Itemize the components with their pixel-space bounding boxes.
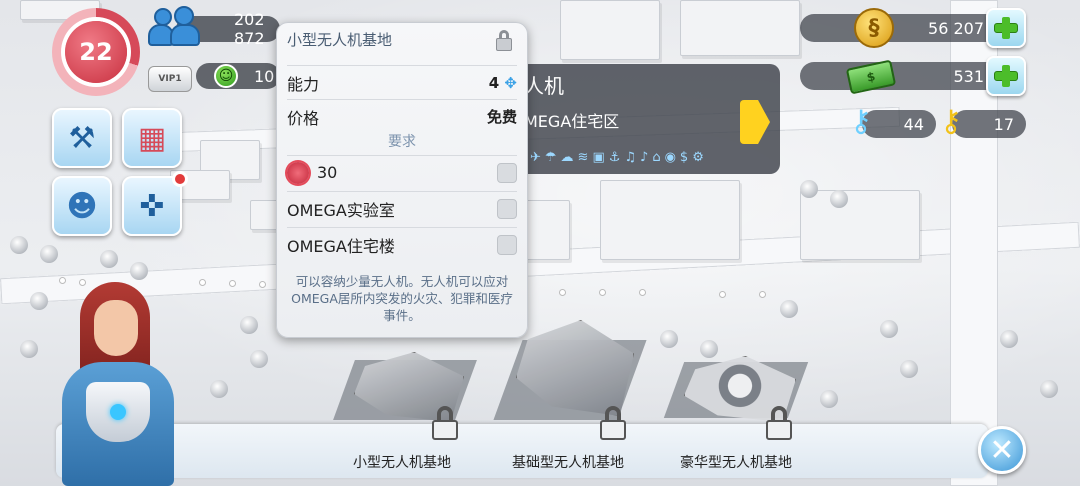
price-label: 价格 (287, 108, 320, 128)
level-indicator[interactable]: 22 (52, 8, 140, 96)
bottom-item-basic-drone-base[interactable]: 基础型无人机基地 (500, 452, 636, 472)
tools-button[interactable]: ⚒ (52, 108, 112, 168)
population-value: 202 872 (234, 10, 265, 48)
bottom-item-luxury-drone-base[interactable]: 豪华型无人机基地 (668, 452, 804, 472)
golden-key-icon: ⚷ (940, 104, 962, 139)
golden-keys-counter[interactable]: 17 (952, 110, 1026, 138)
capacity-row: 能力 4 ✥ (287, 65, 517, 99)
building-details-popup: 小型无人机基地 能力 4 ✥ 价格 免费 要求 30 OMEGA实验室 OMEG… (276, 22, 528, 338)
requirement-label: OMEGA实验室 (287, 200, 395, 220)
add-simoleons-button[interactable] (986, 8, 1026, 48)
requirement-checkbox (497, 234, 517, 255)
tools-icon: ⚒ (68, 120, 96, 156)
next-arrow-icon[interactable] (740, 100, 770, 144)
lock-icon (762, 404, 796, 442)
gamepad-button[interactable]: ✜ (122, 176, 182, 236)
vip-badge[interactable]: VIP1 (148, 66, 192, 92)
simoleons-value: 56 207 (928, 18, 984, 38)
requirements-header: 要求 (388, 134, 416, 150)
lock-icon (428, 404, 462, 442)
price-row: 价格 免费 (287, 99, 517, 133)
info-title: 人机 (524, 74, 564, 98)
platinum-keys-value: 44 (903, 114, 924, 134)
close-button[interactable]: ✕ (978, 426, 1026, 474)
coin-icon: § (854, 8, 894, 48)
drone-icon: ✥ (504, 73, 517, 92)
simcash-value: 531 (953, 66, 984, 86)
simoleons-counter[interactable]: 56 207 (800, 14, 1000, 42)
level-value: 22 (65, 21, 127, 83)
requirement-checkbox (497, 162, 517, 183)
requirement-level: 30 (287, 155, 517, 189)
popup-description: 可以容纳少量无人机。无人机可以应对OMEGA居所内突发的火灾、犯罪和医疗事件。 (291, 274, 513, 323)
level-icon (287, 161, 309, 184)
calendar-icon: ▦ (137, 120, 167, 156)
lock-icon (493, 29, 515, 51)
happiness-value: 10 (254, 66, 275, 86)
friends-icon: ☻ (66, 188, 98, 224)
notification-badge (172, 171, 188, 187)
friends-button[interactable]: ☻ (52, 176, 112, 236)
capacity-label: 能力 (287, 74, 320, 94)
happiness-counter[interactable]: 10 (196, 63, 280, 89)
requirement-label: OMEGA住宅楼 (287, 236, 395, 256)
popup-title: 小型无人机基地 (287, 31, 393, 49)
price-value: 免费 (486, 108, 517, 126)
simcash-counter[interactable]: 531 (800, 62, 1000, 90)
people-icon (148, 6, 200, 46)
add-simcash-button[interactable] (986, 56, 1026, 96)
requirement-checkbox (497, 198, 517, 219)
service-icons: ✈☂☁≋▣⚓♫♪⌂◉$⚙ (530, 150, 708, 165)
gamepad-icon: ✜ (139, 188, 165, 224)
platinum-key-icon: ⚷ (850, 104, 872, 139)
close-icon: ✕ (989, 432, 1015, 468)
golden-keys-value: 17 (993, 114, 1014, 134)
lock-icon (596, 404, 630, 442)
advisor-character (58, 282, 178, 486)
capacity-value: 4 ✥ (488, 73, 517, 92)
info-subtitle: MEGA住宅区 (524, 112, 620, 131)
platinum-keys-counter[interactable]: 44 (862, 110, 936, 138)
requirement-omega-residence: OMEGA住宅楼 (287, 227, 517, 261)
bottom-item-small-drone-base[interactable]: 小型无人机基地 (340, 452, 464, 472)
calendar-button[interactable]: ▦ (122, 108, 182, 168)
smile-icon: ☺ (214, 64, 238, 88)
requirement-omega-lab: OMEGA实验室 (287, 191, 517, 225)
requirement-label: 30 (317, 163, 338, 182)
